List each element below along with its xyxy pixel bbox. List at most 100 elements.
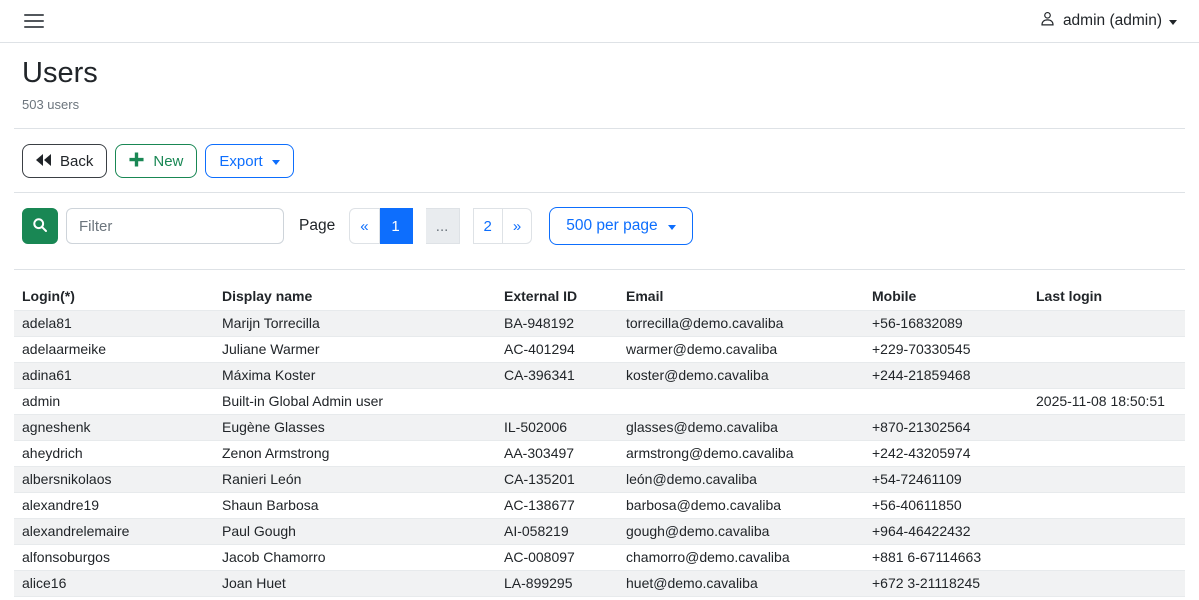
user-label: admin (admin) bbox=[1063, 12, 1162, 30]
per-page-label: 500 per page bbox=[566, 217, 657, 235]
cell-display-name: Jacob Chamorro bbox=[214, 545, 496, 571]
chevron-down-icon bbox=[272, 160, 280, 165]
cell-login: adelaarmeike bbox=[14, 337, 214, 363]
table-row[interactable]: alexandrelemairePaul GoughAI-058219gough… bbox=[14, 519, 1185, 545]
pagination-prev[interactable]: « bbox=[349, 208, 379, 244]
table-row[interactable]: alice16Joan HuetLA-899295huet@demo.caval… bbox=[14, 571, 1185, 597]
cell-mobile bbox=[864, 389, 1028, 415]
cell-last-login bbox=[1028, 415, 1185, 441]
cell-mobile: +870-21302564 bbox=[864, 415, 1028, 441]
cell-last-login bbox=[1028, 467, 1185, 493]
chevron-down-icon bbox=[1169, 20, 1177, 25]
column-header-display-name: Display name bbox=[214, 283, 496, 311]
pagination: « 1 ... 2 » bbox=[349, 208, 532, 244]
cell-login: adina61 bbox=[14, 363, 214, 389]
table-row[interactable]: aheydrichZenon ArmstrongAA-303497armstro… bbox=[14, 441, 1185, 467]
user-menu-dropdown[interactable]: admin (admin) bbox=[1039, 10, 1177, 32]
cell-email bbox=[618, 389, 864, 415]
cell-mobile: +881 6-67114663 bbox=[864, 545, 1028, 571]
search-icon bbox=[32, 217, 48, 236]
per-page-dropdown-button[interactable]: 500 per page bbox=[549, 207, 692, 245]
cell-email: glasses@demo.cavaliba bbox=[618, 415, 864, 441]
new-button[interactable]: New bbox=[115, 144, 197, 178]
pagination-page-1[interactable]: 1 bbox=[380, 208, 413, 244]
filter-input[interactable] bbox=[66, 208, 284, 244]
cell-mobile: +244-21859468 bbox=[864, 363, 1028, 389]
table-row[interactable]: adela81Marijn TorrecillaBA-948192torreci… bbox=[14, 311, 1185, 337]
cell-mobile: +229-70330545 bbox=[864, 337, 1028, 363]
cell-external-id: CA-135201 bbox=[496, 467, 618, 493]
cell-external-id bbox=[496, 389, 618, 415]
pagination-ellipsis: ... bbox=[426, 208, 460, 244]
cell-login: albersnikolaos bbox=[14, 467, 214, 493]
cell-mobile: +56-16832089 bbox=[864, 311, 1028, 337]
table-row[interactable]: alexandre19Shaun BarbosaAC-138677barbosa… bbox=[14, 493, 1185, 519]
cell-last-login bbox=[1028, 545, 1185, 571]
cell-last-login: 2025-11-08 18:50:51 bbox=[1028, 389, 1185, 415]
cell-login: alice16 bbox=[14, 571, 214, 597]
cell-email: armstrong@demo.cavaliba bbox=[618, 441, 864, 467]
cell-display-name: Paul Gough bbox=[214, 519, 496, 545]
divider bbox=[14, 269, 1185, 270]
cell-display-name: Joan Huet bbox=[214, 571, 496, 597]
pagination-next[interactable]: » bbox=[503, 208, 532, 244]
table-row[interactable]: albersnikolaosRanieri LeónCA-135201león@… bbox=[14, 467, 1185, 493]
cell-email: huet@demo.cavaliba bbox=[618, 571, 864, 597]
column-header-login: Login(*) bbox=[14, 283, 214, 311]
divider bbox=[14, 128, 1185, 129]
cell-display-name: Zenon Armstrong bbox=[214, 441, 496, 467]
cell-last-login bbox=[1028, 363, 1185, 389]
rewind-icon bbox=[36, 153, 51, 170]
filter-bar: Page « 1 ... 2 » 500 per page bbox=[22, 207, 1185, 245]
cell-email: koster@demo.cavaliba bbox=[618, 363, 864, 389]
cell-login: adela81 bbox=[14, 311, 214, 337]
cell-login: alexandre19 bbox=[14, 493, 214, 519]
hamburger-menu-icon[interactable] bbox=[22, 12, 46, 30]
chevron-down-icon bbox=[668, 225, 676, 230]
table-row[interactable]: alfonsoburgosJacob ChamorroAC-008097cham… bbox=[14, 545, 1185, 571]
cell-email: torrecilla@demo.cavaliba bbox=[618, 311, 864, 337]
column-header-external-id: External ID bbox=[496, 283, 618, 311]
cell-mobile: +54-72461109 bbox=[864, 467, 1028, 493]
cell-external-id: AC-138677 bbox=[496, 493, 618, 519]
export-button-label: Export bbox=[219, 153, 262, 170]
cell-display-name: Shaun Barbosa bbox=[214, 493, 496, 519]
search-button[interactable] bbox=[22, 208, 58, 244]
cell-display-name: Juliane Warmer bbox=[214, 337, 496, 363]
cell-email: león@demo.cavaliba bbox=[618, 467, 864, 493]
table-header-row: Login(*) Display name External ID Email … bbox=[14, 283, 1185, 311]
column-header-last-login: Last login bbox=[1028, 283, 1185, 311]
cell-mobile: +672 3-21118245 bbox=[864, 571, 1028, 597]
table-row[interactable]: adelaarmeikeJuliane WarmerAC-401294warme… bbox=[14, 337, 1185, 363]
cell-external-id: IL-502006 bbox=[496, 415, 618, 441]
table-row[interactable]: agneshenkEugène GlassesIL-502006glasses@… bbox=[14, 415, 1185, 441]
pagination-page-2[interactable]: 2 bbox=[473, 208, 503, 244]
cell-display-name: Marijn Torrecilla bbox=[214, 311, 496, 337]
cell-email: gough@demo.cavaliba bbox=[618, 519, 864, 545]
cell-display-name: Máxima Koster bbox=[214, 363, 496, 389]
table-row[interactable]: adminBuilt-in Global Admin user 2025-11-0… bbox=[14, 389, 1185, 415]
table-row[interactable]: adina61Máxima KosterCA-396341koster@demo… bbox=[14, 363, 1185, 389]
cell-login: alfonsoburgos bbox=[14, 545, 214, 571]
page-title: Users bbox=[22, 55, 1185, 91]
cell-external-id: AA-303497 bbox=[496, 441, 618, 467]
cell-display-name: Built-in Global Admin user bbox=[214, 389, 496, 415]
divider bbox=[14, 192, 1185, 193]
cell-last-login bbox=[1028, 441, 1185, 467]
cell-email: barbosa@demo.cavaliba bbox=[618, 493, 864, 519]
cell-login: agneshenk bbox=[14, 415, 214, 441]
cell-external-id: LA-899295 bbox=[496, 571, 618, 597]
cell-last-login bbox=[1028, 337, 1185, 363]
cell-mobile: +964-46422432 bbox=[864, 519, 1028, 545]
back-button[interactable]: Back bbox=[22, 144, 107, 178]
users-table: Login(*) Display name External ID Email … bbox=[14, 283, 1185, 597]
cell-mobile: +56-40611850 bbox=[864, 493, 1028, 519]
cell-external-id: AC-401294 bbox=[496, 337, 618, 363]
cell-display-name: Eugène Glasses bbox=[214, 415, 496, 441]
cell-login: admin bbox=[14, 389, 214, 415]
person-icon bbox=[1039, 10, 1056, 32]
cell-external-id: BA-948192 bbox=[496, 311, 618, 337]
cell-external-id: CA-396341 bbox=[496, 363, 618, 389]
page-label: Page bbox=[299, 217, 335, 235]
export-dropdown-button[interactable]: Export bbox=[205, 144, 293, 178]
